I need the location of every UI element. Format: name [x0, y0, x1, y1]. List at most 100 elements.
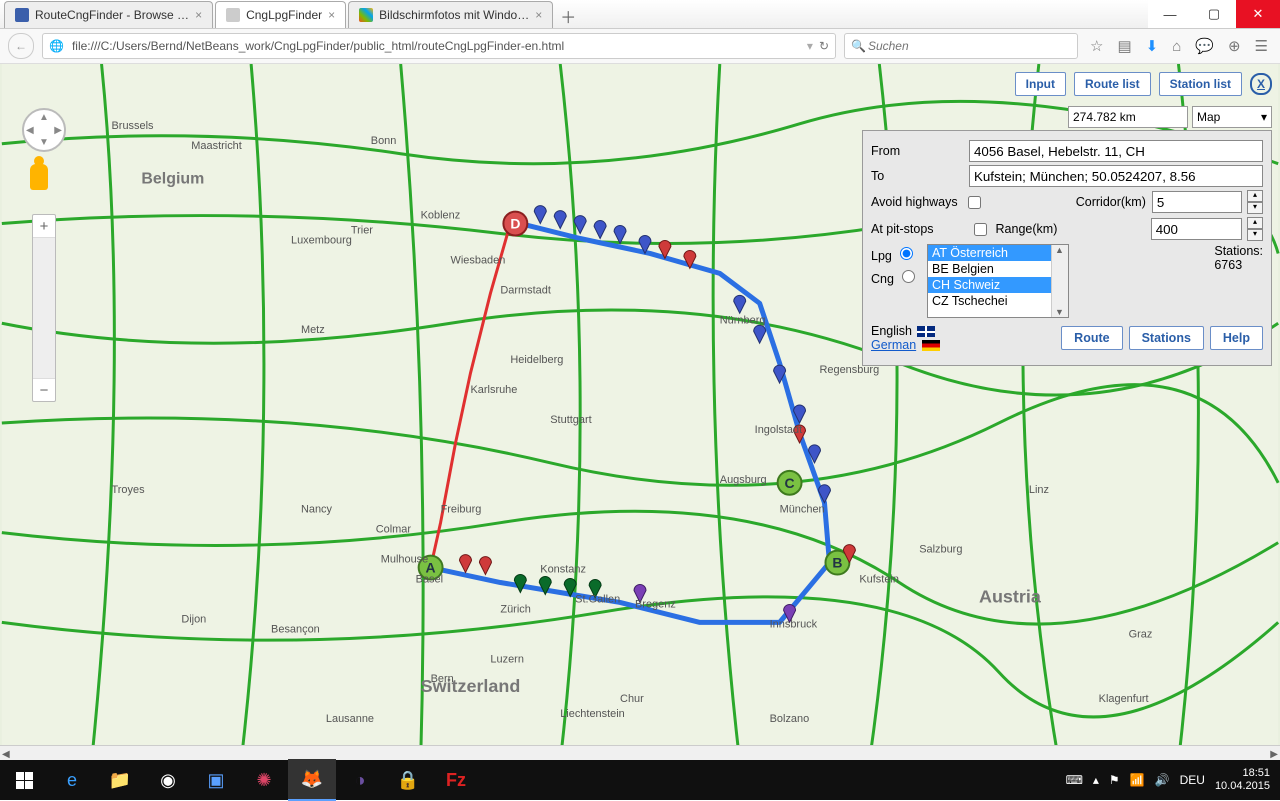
taskbar-firefox[interactable]: 🦊	[288, 759, 336, 801]
keyboard-icon[interactable]: ⌨	[1066, 773, 1083, 787]
country-listbox[interactable]: AT Österreich BE Belgien CH Schweiz CZ T…	[927, 244, 1069, 318]
pan-up-icon[interactable]: ▲	[39, 112, 49, 123]
close-icon[interactable]: ×	[328, 8, 335, 22]
from-input[interactable]	[969, 140, 1263, 162]
tab-routecngfinder[interactable]: RouteCngFinder - Browse … ×	[4, 1, 213, 28]
tray-flag-icon[interactable]: ⚑	[1109, 773, 1120, 787]
reload-icon[interactable]: ↻	[819, 39, 829, 53]
svg-text:Besançon: Besançon	[271, 623, 320, 635]
english-link[interactable]: English	[871, 324, 912, 338]
menu-icon[interactable]: ☰	[1255, 37, 1268, 55]
tray-clock[interactable]: 18:51 10.04.2015	[1215, 767, 1270, 793]
tray-lang[interactable]: DEU	[1180, 773, 1205, 787]
address-bar[interactable]: 🌐 ▾ ↻	[42, 33, 836, 59]
close-window-button[interactable]: ✕	[1236, 0, 1280, 28]
panel-close-button[interactable]: X	[1250, 73, 1272, 95]
from-label: From	[871, 144, 963, 158]
avoid-highways-checkbox[interactable]	[968, 196, 981, 209]
download-icon[interactable]: ⬇	[1146, 37, 1159, 55]
url-input[interactable]	[70, 38, 807, 54]
svg-text:Wiesbaden: Wiesbaden	[451, 254, 506, 266]
svg-text:Basel: Basel	[416, 574, 443, 586]
chat-icon[interactable]: 💬	[1195, 37, 1214, 55]
close-icon[interactable]: ×	[535, 8, 542, 22]
tray-volume-icon[interactable]: 🔊	[1155, 773, 1170, 787]
zoom-slider[interactable]	[33, 238, 55, 379]
help-button[interactable]: Help	[1210, 326, 1263, 350]
taskbar-app3[interactable]: 🔒	[384, 760, 432, 800]
maximize-button[interactable]: ▢	[1192, 0, 1236, 28]
taskbar-app1[interactable]: ▣	[192, 760, 240, 800]
svg-text:Maastricht: Maastricht	[191, 140, 242, 152]
search-input[interactable]	[866, 38, 1071, 54]
svg-text:St.Gallen: St.Gallen	[575, 593, 620, 605]
listbox-scrollbar[interactable]	[1051, 245, 1068, 317]
window-controls: — ▢ ✕	[1148, 0, 1280, 28]
bookmark-icon[interactable]: ☆	[1090, 37, 1103, 55]
svg-text:D: D	[510, 216, 520, 232]
tray-chevron-icon[interactable]: ▴	[1093, 773, 1099, 787]
taskbar-explorer[interactable]: 📁	[96, 760, 144, 800]
zoom-out-button[interactable]: −	[33, 379, 55, 401]
to-input[interactable]	[969, 165, 1263, 187]
station-list-button[interactable]: Station list	[1159, 72, 1242, 96]
route-input-panel: From To Avoid highways Corridor(km) ▴▾ A…	[862, 130, 1272, 366]
svg-text:Brussels: Brussels	[112, 120, 155, 132]
svg-text:Innsbruck: Innsbruck	[770, 618, 818, 630]
pan-left-icon[interactable]: ◀	[26, 125, 34, 136]
country-option[interactable]: CZ Tschechei	[928, 293, 1068, 309]
country-option[interactable]: AT Österreich	[928, 245, 1068, 261]
svg-text:Ingolstadt: Ingolstadt	[755, 424, 803, 436]
close-icon[interactable]: ×	[195, 8, 202, 22]
stations-button[interactable]: Stations	[1129, 326, 1204, 350]
zoom-in-button[interactable]: +	[33, 215, 55, 238]
german-link[interactable]: German	[871, 338, 916, 352]
svg-text:Colmar: Colmar	[376, 524, 412, 536]
pan-right-icon[interactable]: ▶	[54, 125, 62, 136]
cng-radio[interactable]: Cng	[871, 267, 921, 286]
new-tab-button[interactable]: ＋	[555, 4, 581, 28]
range-spinner[interactable]: ▴▾	[1247, 217, 1263, 241]
addons-icon[interactable]: ⊕	[1228, 37, 1241, 55]
pitstops-label: At pit-stops	[871, 222, 934, 236]
svg-text:Austria: Austria	[979, 586, 1042, 606]
tab-cnglpgfinder[interactable]: CngLpgFinder ×	[215, 1, 346, 28]
svg-text:Luxembourg: Luxembourg	[291, 234, 352, 246]
streetview-pegman[interactable]	[30, 164, 48, 190]
lpg-radio[interactable]: Lpg	[871, 244, 921, 263]
range-input[interactable]	[1151, 218, 1242, 240]
taskbar-eclipse[interactable]: ◑	[336, 760, 384, 800]
tray-network-icon[interactable]: 📶	[1130, 773, 1145, 787]
route-list-button[interactable]: Route list	[1074, 72, 1151, 96]
route-button[interactable]: Route	[1061, 326, 1122, 350]
taskbar-app2[interactable]: ✺	[240, 760, 288, 800]
country-option[interactable]: BE Belgien	[928, 261, 1068, 277]
back-button[interactable]: ←	[8, 33, 34, 59]
input-button[interactable]: Input	[1015, 72, 1066, 96]
minimize-button[interactable]: —	[1148, 0, 1192, 28]
country-option[interactable]: CH Schweiz	[928, 277, 1068, 293]
corridor-spinner[interactable]: ▴▾	[1247, 190, 1263, 214]
flag-uk-icon	[917, 326, 935, 337]
favicon-icon	[359, 8, 373, 22]
svg-text:Nancy: Nancy	[301, 504, 333, 516]
svg-text:Chur: Chur	[620, 693, 644, 705]
reader-icon[interactable]: ▤	[1117, 37, 1131, 55]
taskbar-chrome[interactable]: ◉	[144, 760, 192, 800]
corridor-label: Corridor(km)	[1076, 195, 1146, 209]
route-distance: 274.782 km	[1068, 106, 1188, 128]
dropdown-icon[interactable]: ▾	[807, 39, 813, 53]
map-type-select[interactable]: Map ▾	[1192, 106, 1272, 128]
taskbar-filezilla[interactable]: Fz	[432, 760, 480, 800]
home-icon[interactable]: ⌂	[1172, 38, 1181, 55]
taskbar-ie[interactable]: e	[48, 760, 96, 800]
system-tray: ⌨ ▴ ⚑ 📶 🔊 DEU 18:51 10.04.2015	[1066, 767, 1280, 793]
map-pan-control[interactable]: ▲ ▼ ◀ ▶	[22, 108, 66, 152]
tab-bildschirmfotos[interactable]: Bildschirmfotos mit Windo… ×	[348, 1, 553, 28]
pan-down-icon[interactable]: ▼	[39, 137, 49, 148]
start-button[interactable]	[0, 760, 48, 800]
language-switch: English German	[871, 324, 942, 352]
search-bar[interactable]: 🔍	[844, 33, 1078, 59]
corridor-input[interactable]	[1152, 191, 1242, 213]
pitstops-checkbox[interactable]	[974, 223, 987, 236]
